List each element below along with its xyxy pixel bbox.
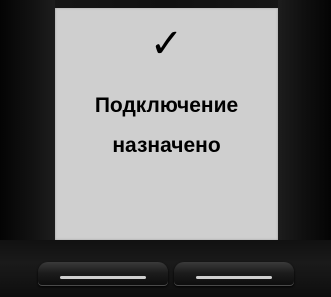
right-softkey-button[interactable]	[174, 262, 294, 286]
dash-icon	[196, 276, 272, 279]
display-screen: ✓ Подключение назначено	[55, 8, 278, 240]
left-softkey-button[interactable]	[38, 262, 168, 286]
status-message-line-1: Подключение	[94, 94, 239, 117]
status-message: Подключение назначено	[55, 86, 278, 166]
bezel-right	[278, 0, 331, 240]
bezel-left	[0, 0, 55, 240]
checkmark-icon: ✓	[149, 21, 184, 67]
dash-icon	[60, 276, 146, 279]
phone-device: ✓ Подключение назначено	[0, 0, 331, 297]
status-message-line-2: назначено	[112, 134, 221, 157]
